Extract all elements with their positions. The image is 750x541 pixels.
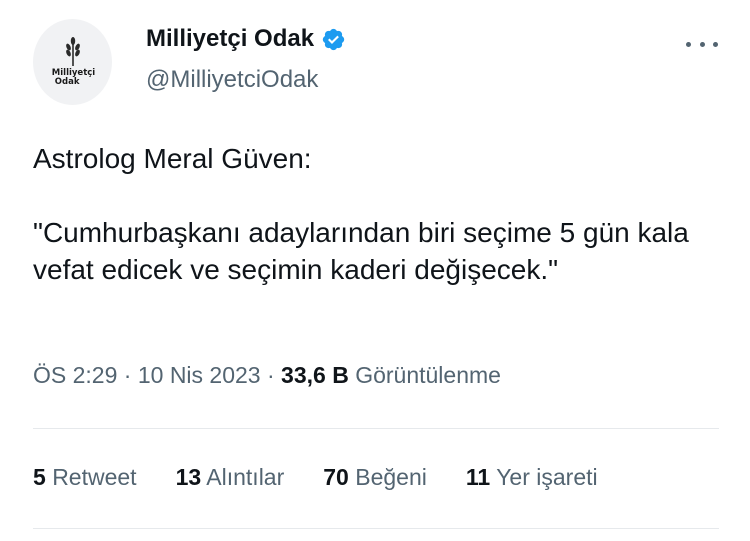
more-dot <box>699 41 705 47</box>
handle[interactable]: @MilliyetciOdak <box>146 66 318 94</box>
meta-separator: · <box>266 362 275 388</box>
more-options-icon[interactable] <box>686 36 718 52</box>
bookmarks-label: Yer işareti <box>496 464 598 490</box>
more-dot <box>686 41 691 47</box>
more-dot <box>713 41 718 47</box>
avatar-logo-line2: Odak <box>54 77 80 87</box>
meta-separator: · <box>123 362 132 388</box>
engagement-stats: 5 Retweet 13 Alıntılar 70 Beğeni 11 Yer … <box>33 464 637 491</box>
bookmarks-count: 11 <box>465 464 491 490</box>
retweets-count: 5 <box>33 464 46 490</box>
retweets-label: Retweet <box>52 464 137 490</box>
display-name[interactable]: Milliyetçi Odak <box>146 25 314 53</box>
tweet-date[interactable]: 10 Nis 2023 <box>138 362 261 388</box>
quotes-count: 13 <box>175 464 202 490</box>
divider <box>33 528 719 529</box>
divider <box>33 428 719 429</box>
wheat-icon <box>65 37 80 66</box>
likes-label: Beğeni <box>355 464 427 490</box>
bookmarks-stat[interactable]: 11 Yer işareti <box>466 464 598 491</box>
quotes-label: Alıntılar <box>206 464 285 490</box>
likes-count: 70 <box>323 464 349 490</box>
tweet-text: Astrolog Meral Güven: "Cumhurbaşkanı ada… <box>33 143 689 285</box>
avatar-logo-text: Milliyetçi Odak <box>52 69 95 87</box>
avatar[interactable]: Milliyetçi Odak <box>33 19 112 105</box>
views-label: Görüntülenme <box>355 362 501 388</box>
tweet-meta: ÖS 2:29 · 10 Nis 2023 · 33,6 B Görüntüle… <box>33 362 501 389</box>
author-name-row: Milliyetçi Odak <box>146 25 346 53</box>
views-count: 33,6 B <box>281 362 349 388</box>
likes-stat[interactable]: 70 Beğeni <box>323 464 427 491</box>
verified-badge-icon[interactable] <box>321 27 346 52</box>
quotes-stat[interactable]: 13 Alıntılar <box>176 464 285 491</box>
retweets-stat[interactable]: 5 Retweet <box>33 464 137 491</box>
tweet-time[interactable]: ÖS 2:29 <box>33 362 117 388</box>
